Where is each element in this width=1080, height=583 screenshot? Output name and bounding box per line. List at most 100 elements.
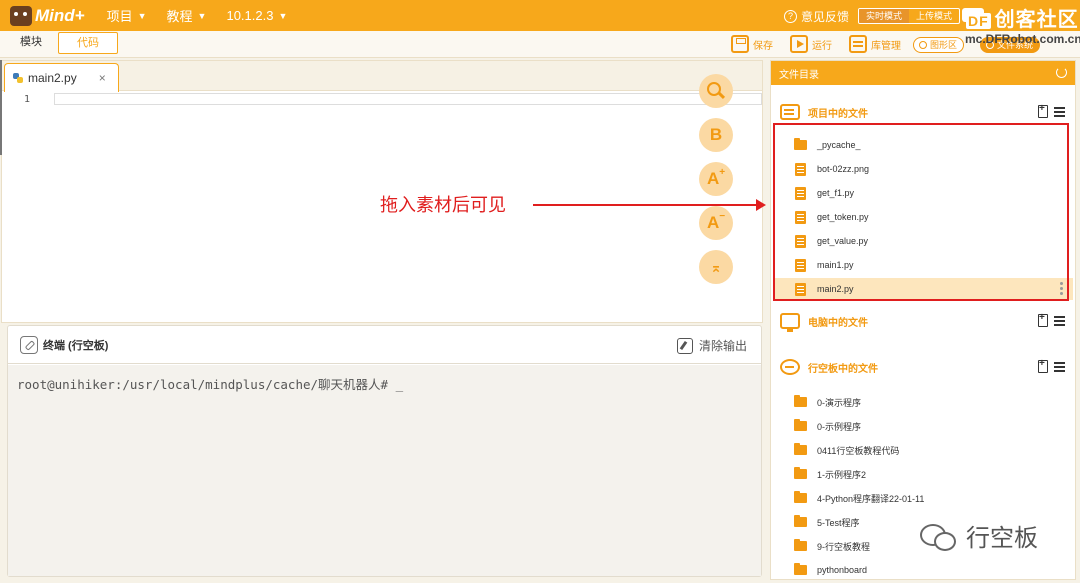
terminal-output[interactable]: root@unihiker:/usr/local/mindplus/cache/… (8, 365, 761, 576)
python-file-icon (13, 73, 23, 83)
line-gutter: 1 (2, 91, 52, 322)
folder-icon (794, 539, 807, 551)
refresh-icon[interactable] (1056, 67, 1067, 78)
font-decrease-button[interactable]: A − (699, 206, 733, 240)
library-button[interactable]: 库管理 (849, 35, 901, 53)
list-item[interactable]: 0-示例程序 (773, 415, 1073, 437)
menu-icon[interactable] (1054, 110, 1065, 113)
list-item[interactable]: pythonboard (773, 559, 1073, 581)
brush-icon (676, 337, 693, 354)
mode-realtime[interactable]: 实时模式 (859, 9, 910, 23)
menu-project-label: 项目 (106, 9, 133, 24)
computer-files-section[interactable]: 电脑中的文件 (771, 308, 1075, 334)
board-files-section[interactable]: 行空板中的文件 (771, 354, 1075, 380)
line-number: 1 (24, 94, 31, 105)
graph-label: 图形区 (930, 40, 958, 50)
search-button[interactable] (699, 74, 733, 108)
section-tools (1038, 312, 1065, 327)
link-icon (20, 335, 38, 354)
chevron-down-icon: ▼ (197, 10, 207, 21)
app-logo: Mind+ (10, 5, 85, 26)
menu-tutorial-label: 教程 (166, 9, 193, 24)
help-icon: ? (784, 10, 797, 23)
menu-icon[interactable] (1054, 319, 1065, 322)
top-bar: Mind+ 项目 ▼ 教程 ▼ 10.1.2.3 ▼ ? 意见反馈 实时模式 上传模式… (0, 0, 1080, 31)
watermark-logo: DF 创客社区 (966, 3, 1079, 32)
editor-tab-bar: main2.py × (2, 61, 762, 92)
clear-output-label: 清除输出 (698, 339, 747, 353)
font-increase-button[interactable]: A + (699, 162, 733, 196)
menu-tutorial[interactable]: 教程 ▼ (167, 6, 207, 25)
folder-name: 0-示例程序 (817, 421, 862, 432)
mode-switch: 实时模式 上传模式 (858, 8, 961, 24)
tab-code[interactable]: 代码 (58, 32, 118, 54)
folder-name: 4-Python程序翻译22-01-11 (817, 493, 925, 504)
folder-icon (794, 563, 807, 575)
project-files-section[interactable]: 项目中的文件 (771, 99, 1075, 125)
save-icon (731, 35, 749, 53)
logo-text: Mind+ (35, 5, 85, 25)
annotation-arrow-line (533, 204, 758, 206)
list-item[interactable]: 1-示例程序2 (773, 463, 1073, 485)
terminal-header: 终端 (行空板) 清除输出 (8, 326, 761, 364)
annotation-highlight-box (773, 123, 1069, 301)
save-label: 保存 (753, 40, 773, 52)
new-file-icon[interactable] (1038, 358, 1048, 373)
bold-button[interactable]: B (699, 118, 733, 152)
plus-icon: + (719, 166, 726, 178)
wechat-icon (920, 522, 956, 551)
folder-icon (794, 491, 807, 503)
graph-icon (919, 41, 927, 49)
folder-icon (794, 443, 807, 455)
menu-icon[interactable] (1054, 365, 1065, 368)
project-section-label: 项目中的文件 (808, 108, 868, 120)
folder-icon (794, 395, 807, 407)
folder-name: 5-Test程序 (817, 517, 860, 528)
watermark-url: mc.DFRobot.com.cn (965, 32, 1080, 46)
new-file-icon[interactable] (1038, 312, 1048, 327)
chevron-down-icon: ▼ (278, 10, 288, 21)
file-tab-label: main2.py (28, 71, 77, 85)
folder-name: 1-示例程序2 (817, 469, 867, 480)
new-file-icon[interactable] (1038, 103, 1048, 118)
file-tab-main2[interactable]: main2.py × (4, 63, 119, 92)
run-button[interactable]: 运行 (790, 35, 832, 53)
top-menu: 项目 ▼ 教程 ▼ 10.1.2.3 ▼ (107, 6, 308, 25)
minus-icon: − (719, 210, 726, 222)
watermark-logo-text: 创客社区 (994, 9, 1079, 31)
wechat-watermark: 行空板 (920, 518, 1038, 553)
terminal-title: 终端 (行空板) (43, 339, 109, 352)
folder-name: 0411行空板教程代码 (817, 445, 900, 456)
save-button[interactable]: 保存 (731, 35, 773, 53)
robot-logo-icon (10, 5, 32, 26)
watermark-logo-prefix: DF (966, 13, 991, 29)
feedback-link[interactable]: ? 意见反馈 (784, 8, 849, 25)
menu-version-label: 10.1.2.3 (226, 8, 274, 23)
list-item[interactable]: 4-Python程序翻译22-01-11 (773, 487, 1073, 509)
run-label: 运行 (812, 40, 832, 52)
play-icon (790, 35, 808, 53)
tab-blocks[interactable]: 模块 (6, 32, 56, 54)
font-decrease-icon: A (706, 213, 720, 232)
list-item[interactable]: 0411行空板教程代码 (773, 439, 1073, 461)
mode-upload[interactable]: 上传模式 (909, 9, 959, 23)
close-icon[interactable]: × (99, 71, 106, 85)
folder-name: pythonboard (817, 565, 868, 575)
library-icon (849, 35, 867, 53)
scroll-top-button[interactable]: ⌅ (699, 250, 733, 284)
project-folder-icon (780, 104, 800, 120)
clear-output-button[interactable]: 清除输出 (676, 337, 747, 354)
left-edge-stripe (0, 60, 2, 155)
font-increase-icon: A (706, 169, 720, 188)
menu-project[interactable]: 项目 ▼ (107, 6, 147, 25)
code-line-input[interactable] (54, 93, 762, 105)
chevron-down-icon: ▼ (137, 10, 147, 21)
section-tools (1038, 103, 1065, 118)
terminal-panel: 终端 (行空板) 清除输出 root@unihiker:/usr/local/m… (7, 325, 762, 577)
menu-version[interactable]: 10.1.2.3 ▼ (226, 8, 287, 23)
arrow-up-icon: ⌅ (710, 258, 722, 275)
panel-title: 文件目录 (779, 69, 819, 81)
list-item[interactable]: 0-演示程序 (773, 391, 1073, 413)
computer-section-label: 电脑中的文件 (808, 317, 868, 329)
graph-area-button[interactable]: 图形区 (913, 37, 965, 53)
